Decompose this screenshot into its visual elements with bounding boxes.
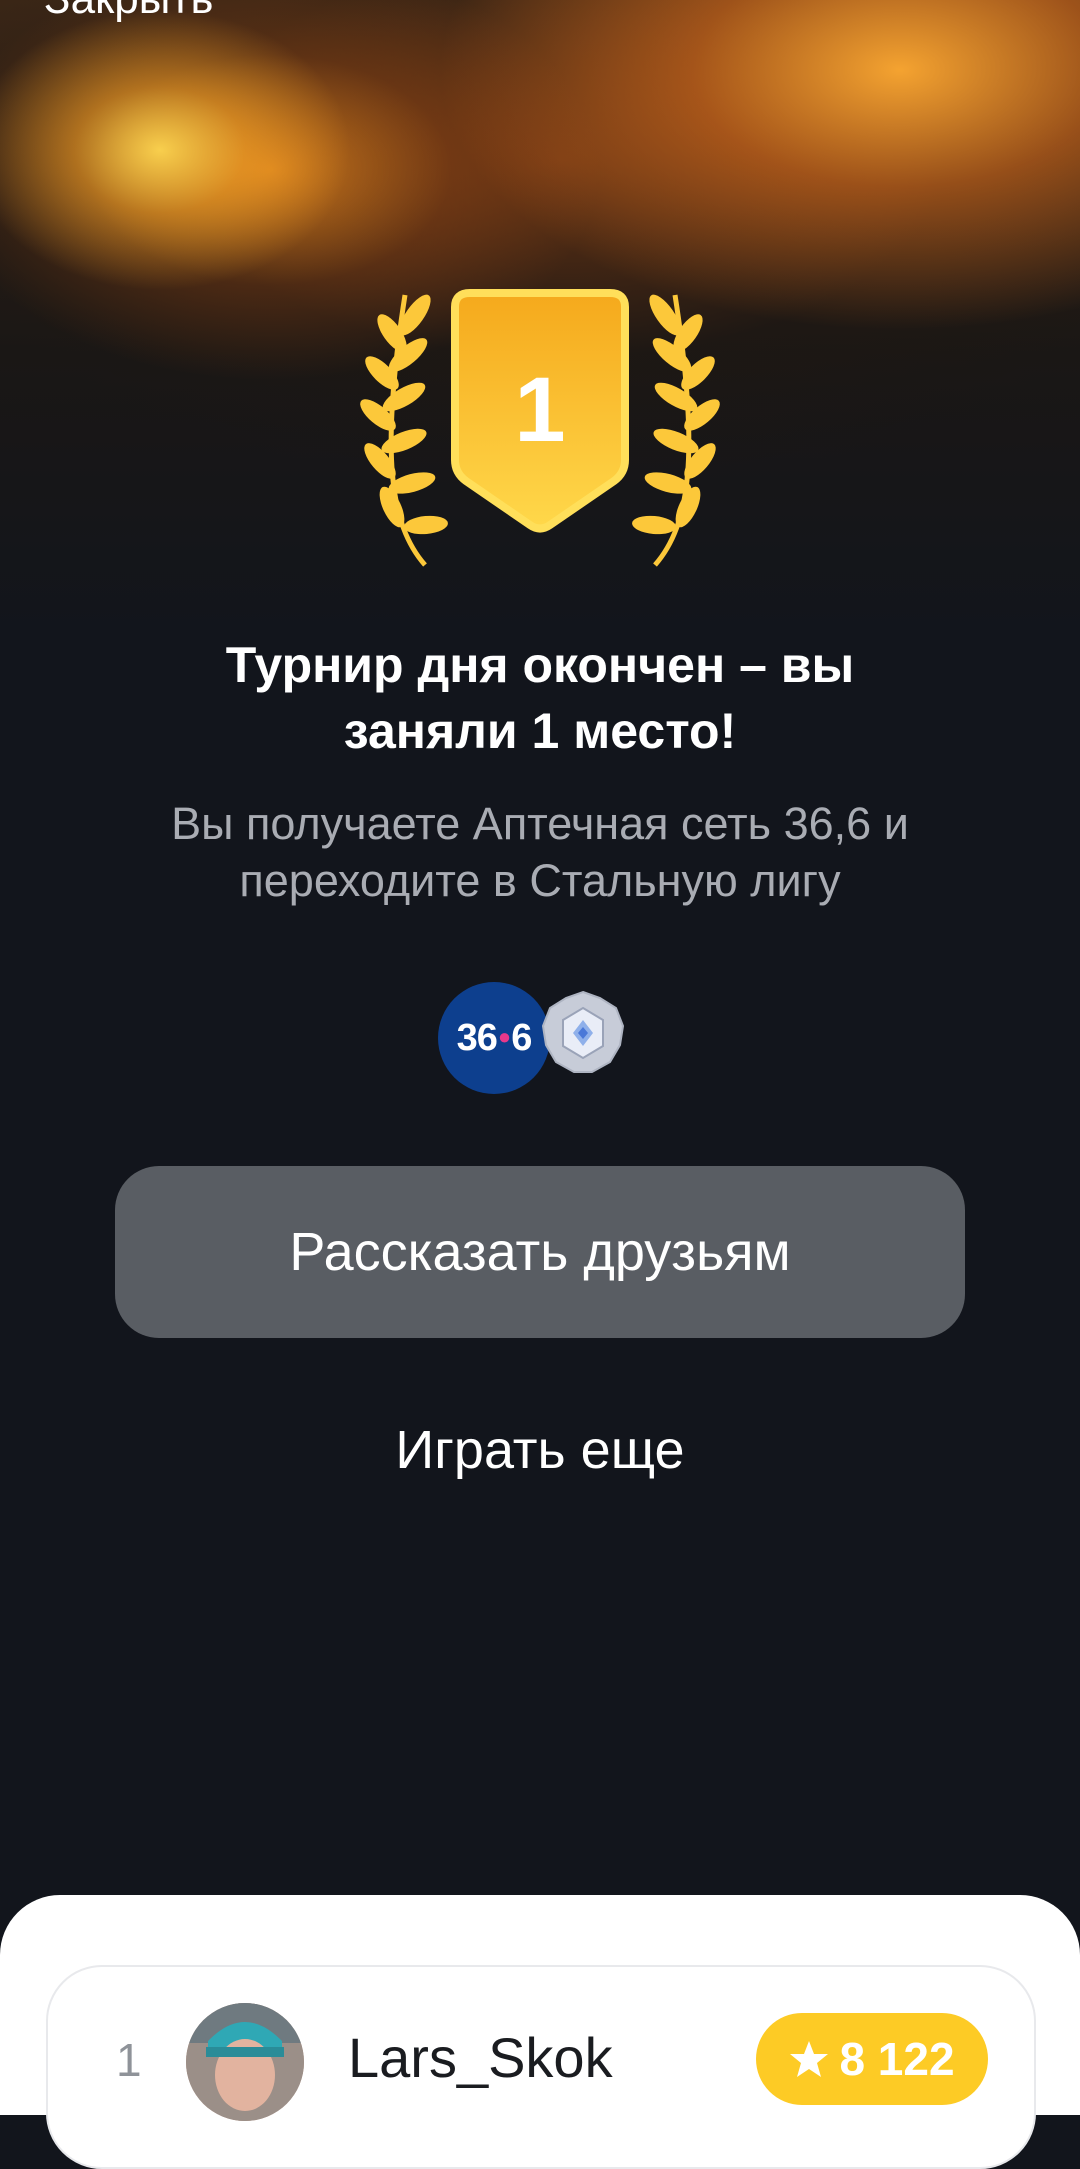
brand-logo-text: 36●6 — [456, 1016, 533, 1059]
place-number: 1 — [514, 359, 565, 461]
result-subtitle: Вы получаете Аптечная сеть 36,6 и перехо… — [100, 795, 980, 909]
leaderboard-row[interactable]: 1 Lars_Skok 8 122 — [46, 1965, 1036, 2169]
score-badge: 8 122 — [756, 2013, 988, 2105]
star-icon — [790, 2041, 829, 2077]
score-value: 8 122 — [839, 2033, 955, 2085]
avatar — [186, 2003, 304, 2121]
headline-line-2: заняли 1 место! — [343, 703, 737, 759]
subtitle-line-1: Вы получаете Аптечная сеть 36,6 и — [171, 798, 909, 849]
subtitle-line-2: переходите в Стальную лигу — [239, 855, 841, 906]
rank-number: 1 — [116, 2034, 142, 2086]
player-name: Lars_Skok — [348, 2026, 613, 2089]
play-again-button[interactable]: Играть еще — [340, 1415, 740, 1485]
rewards-row: 36●6 — [438, 980, 628, 1096]
leaderboard-sheet: 1 Lars_Skok 8 122 — [0, 1895, 1080, 2169]
result-headline: Турнир дня окончен – вы заняли 1 место! — [140, 632, 940, 764]
first-place-trophy: 1 — [360, 289, 720, 567]
left-laurel-icon — [360, 294, 448, 567]
share-with-friends-button[interactable]: Рассказать друзьям — [115, 1166, 965, 1338]
right-laurel-icon — [632, 294, 720, 567]
close-button[interactable]: Закрыть — [44, 0, 213, 24]
pharmacy-brand-badge: 36●6 — [438, 982, 550, 1094]
headline-line-1: Турнир дня окончен – вы — [225, 637, 855, 693]
steel-league-icon — [541, 990, 625, 1073]
